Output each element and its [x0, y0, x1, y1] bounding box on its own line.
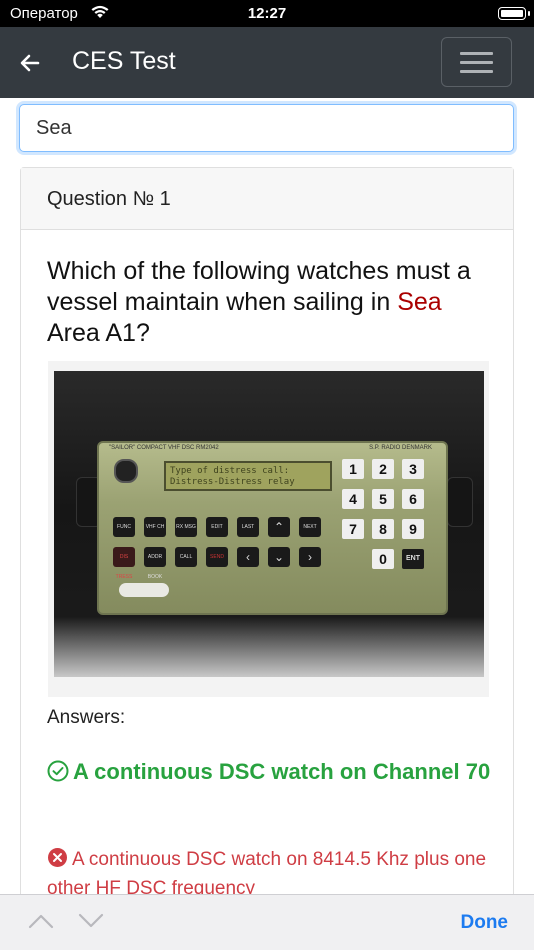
lcd-line: Type of distress call:	[170, 466, 290, 476]
battery-icon	[498, 7, 530, 20]
check-circle-icon	[47, 760, 69, 782]
device-num-key: 4	[342, 489, 364, 509]
device-key: CALL	[175, 547, 197, 567]
answer-text: A continuous DSC watch on 8414.5 Khz plu…	[47, 849, 487, 894]
radio-device: "SAILOR" COMPACT VHF DSC RM2042 S.P. RAD…	[97, 441, 448, 615]
question-number: Question № 1	[21, 168, 513, 230]
device-num-key: 8	[372, 519, 394, 539]
device-key: EDIT	[206, 517, 228, 537]
question-text-part: Area A1?	[47, 319, 150, 347]
lcd-line: Distress-Distress relay	[170, 477, 295, 487]
device-num-key: 0	[372, 549, 394, 569]
content-area[interactable]: Question № 1 Which of the following watc…	[0, 98, 534, 894]
chevron-down-icon[interactable]	[78, 913, 104, 929]
device-key: VHF CH	[144, 517, 166, 537]
question-card: Question № 1 Which of the following watc…	[20, 167, 514, 894]
device-num-key: 3	[402, 459, 424, 479]
search-input[interactable]	[19, 104, 514, 152]
hamburger-line	[460, 70, 493, 73]
status-bar: Оператор 12:27	[0, 0, 534, 27]
arrow-left-icon[interactable]	[18, 51, 42, 75]
device-num-key: 7	[342, 519, 364, 539]
question-image: "SAILOR" COMPACT VHF DSC RM2042 S.P. RAD…	[48, 361, 489, 697]
x-circle-icon	[48, 848, 67, 867]
device-maker: S.P. RADIO DENMARK	[369, 445, 432, 451]
status-time: 12:27	[247, 5, 287, 22]
device-arrow-key: ‹	[237, 547, 259, 567]
device-num-key: 6	[402, 489, 424, 509]
device-arrow-key: ⌄	[268, 547, 290, 567]
device-key: ADDR BOOK	[144, 547, 166, 580]
lcd-display: Type of distress call: Distress-Distress…	[164, 461, 332, 491]
volume-knob	[114, 459, 138, 483]
hamburger-menu-button[interactable]	[441, 37, 512, 87]
done-button[interactable]: Done	[461, 912, 509, 934]
device-enter-key: ENT	[402, 549, 424, 569]
answer-text: A continuous DSC watch on Channel 70	[73, 759, 491, 784]
device-num-key: 5	[372, 489, 394, 509]
question-text: Which of the following watches must a ve…	[47, 256, 487, 349]
device-num-key: 1	[342, 459, 364, 479]
device-num-key: 9	[402, 519, 424, 539]
device-key: LAST	[237, 517, 259, 537]
device-arrow-key: ›	[299, 547, 321, 567]
answer-correct[interactable]: A continuous DSC watch on Channel 70	[47, 755, 492, 789]
device-key: FUNC	[113, 517, 135, 537]
device-arrow-key: ⌃	[268, 517, 290, 537]
mount-knob-right	[447, 477, 473, 527]
answers-label: Answers:	[47, 707, 126, 728]
device-brand: "SAILOR" COMPACT VHF DSC RM2042	[109, 445, 219, 451]
hamburger-line	[460, 61, 493, 64]
device-num-key: 2	[372, 459, 394, 479]
device-key: DIS TRESS	[113, 547, 135, 580]
chevron-up-icon[interactable]	[28, 913, 54, 929]
device-handle	[119, 583, 169, 597]
navbar: CES Test	[0, 27, 534, 98]
page-title: CES Test	[72, 47, 176, 75]
device-key: SEND	[206, 547, 228, 567]
device-key: RX MSG	[175, 517, 197, 537]
keyboard-toolbar: Done	[0, 894, 534, 950]
answer-wrong[interactable]: A continuous DSC watch on 8414.5 Khz plu…	[47, 845, 492, 894]
search-highlight: Sea	[397, 288, 442, 316]
hamburger-menu-icon	[460, 52, 493, 55]
device-key: NEXT	[299, 517, 321, 537]
